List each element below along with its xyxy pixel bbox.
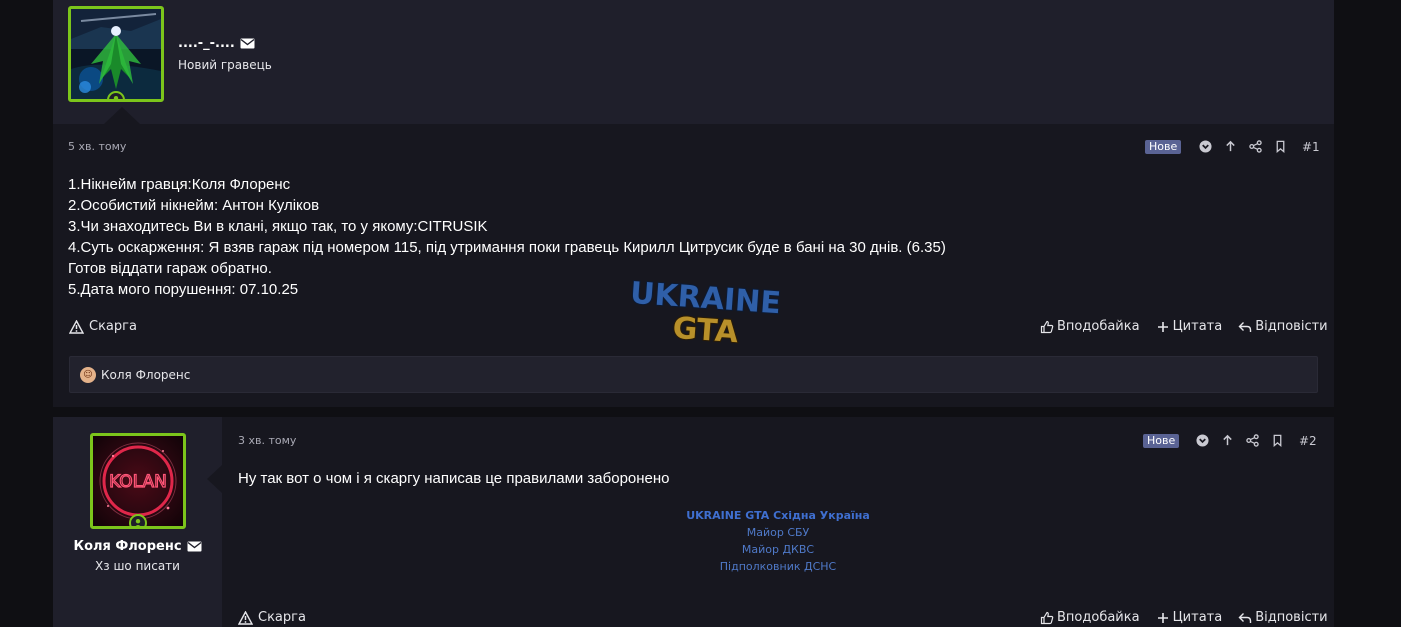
post-1-user-title: Новий гравець (178, 58, 272, 72)
chevron-down-circle-icon[interactable] (1195, 433, 1210, 448)
signature-line: Майор СБУ (746, 526, 810, 539)
plus-icon (1157, 612, 1168, 623)
post-2-message: Ну так вот о чом і я скаргу написав це п… (238, 468, 670, 489)
post-1-time[interactable]: 5 хв. тому (68, 140, 126, 153)
like-label: Вподобайка (1057, 610, 1140, 625)
like-button[interactable]: Вподобайка (1040, 319, 1140, 334)
post-1-number[interactable]: #1 (1302, 140, 1320, 154)
reply-icon (1238, 321, 1252, 332)
reactions-bar[interactable]: ☺ Коля Флоренс (69, 356, 1318, 393)
logo-line2: GTA (672, 311, 741, 348)
post-1-message: 1.Нікнейм гравця:Коля Флоренс 2.Особисти… (68, 174, 946, 300)
post-2-username[interactable]: Коля Флоренс (53, 539, 222, 554)
message-line: 4.Суть оскарження: Я взяв гараж під номе… (68, 239, 946, 256)
post-2-signature: UKRAINE GTA Східна Україна Майор СБУ Май… (222, 507, 1334, 575)
message-line: 2.Особистий нікнейм: Антон Куліков (68, 197, 320, 214)
reactions-user[interactable]: Коля Флоренс (101, 368, 190, 382)
quote-label: Цитата (1172, 319, 1223, 334)
chevron-down-circle-icon[interactable] (1198, 139, 1213, 154)
quote-label: Цитата (1172, 610, 1223, 625)
post-2-avatar[interactable]: KOLAN (90, 433, 186, 529)
arrow-up-icon[interactable] (1223, 139, 1238, 154)
new-badge: Нове (1143, 434, 1180, 448)
signature-line: Майор ДКВС (741, 543, 815, 556)
report-label: Скарга (258, 610, 306, 625)
ukraine-gta-logo: UKRAINE GTA (628, 276, 783, 348)
reaction-emoji-icon: ☺ (80, 366, 96, 383)
message-line: 1.Нікнейм гравця:Коля Флоренс (68, 176, 291, 193)
message-line: 5.Дата мого порушення: 07.10.25 (68, 281, 299, 298)
avatar-image: KOLAN (99, 442, 177, 520)
like-button[interactable]: Вподобайка (1040, 610, 1140, 625)
post-1-username[interactable]: ....-_-.... (178, 36, 255, 51)
post-2-actions: Вподобайка Цитата Відповісти (1040, 610, 1328, 625)
thread-container: ....-_-.... Новий гравець 5 хв. тому Нов… (53, 0, 1334, 627)
username-text[interactable]: Коля Флоренс (73, 539, 181, 554)
envelope-icon[interactable] (240, 38, 255, 49)
plus-icon (1157, 321, 1168, 332)
reply-button[interactable]: Відповісти (1238, 610, 1328, 625)
warning-icon (69, 319, 84, 334)
warning-icon (238, 610, 253, 625)
reply-button[interactable]: Відповісти (1238, 319, 1328, 334)
bookmark-icon[interactable] (1273, 139, 1288, 154)
quote-button[interactable]: Цитата (1156, 610, 1223, 625)
arrow-up-icon[interactable] (1220, 433, 1235, 448)
post-1-avatar[interactable] (68, 6, 164, 102)
reply-icon (1238, 612, 1252, 623)
bookmark-icon[interactable] (1270, 433, 1285, 448)
message-line: Готов віддати гараж обратно. (68, 260, 272, 277)
report-button[interactable]: Скарга (69, 319, 137, 334)
post-2-time[interactable]: 3 хв. тому (238, 434, 296, 447)
thumbs-up-icon (1040, 320, 1054, 333)
reply-label: Відповісти (1255, 319, 1328, 334)
new-badge: Нове (1145, 140, 1182, 154)
thumbs-up-icon (1040, 611, 1054, 624)
signature-line: Підполковник ДСНС (719, 560, 837, 573)
online-status-icon (107, 91, 125, 99)
envelope-icon[interactable] (187, 541, 202, 552)
report-button[interactable]: Скарга (238, 610, 306, 625)
avatar-text: KOLAN (109, 472, 167, 492)
signature-title[interactable]: UKRAINE GTA Східна Україна (222, 507, 1334, 524)
share-icon[interactable] (1248, 139, 1263, 154)
message-line: 3.Чи знаходитесь Ви в клані, якщо так, т… (68, 218, 488, 235)
like-label: Вподобайка (1057, 319, 1140, 334)
avatar-image (71, 9, 161, 99)
post-1-user-header: ....-_-.... Новий гравець (53, 0, 1334, 124)
message-line: Ну так вот о чом і я скаргу написав це п… (238, 470, 670, 487)
post-1-tools: #1 (1198, 139, 1320, 154)
online-status-icon (129, 514, 147, 526)
post-1-actions: Вподобайка Цитата Відповісти (1040, 319, 1328, 334)
username-text[interactable]: ....-_-.... (178, 36, 235, 51)
report-label: Скарга (89, 319, 137, 334)
post-1-body: 5 хв. тому Нове #1 1.Нікнейм гравця:Коля… (53, 124, 1334, 407)
post-2-number[interactable]: #2 (1299, 434, 1317, 448)
share-icon[interactable] (1245, 433, 1260, 448)
quote-button[interactable]: Цитата (1156, 319, 1223, 334)
avatar-pointer (104, 107, 140, 124)
post-2-user-sidebar: KOLAN Коля Флоренс Хз шо писати (53, 417, 222, 627)
post-2-user-title: Хз шо писати (95, 559, 180, 573)
post-2-tools: #2 (1195, 433, 1317, 448)
post-2-body: 3 хв. тому Нове #2 Ну так вот о чом і я … (222, 417, 1334, 627)
avatar-pointer (207, 465, 222, 493)
reply-label: Відповісти (1255, 610, 1328, 625)
